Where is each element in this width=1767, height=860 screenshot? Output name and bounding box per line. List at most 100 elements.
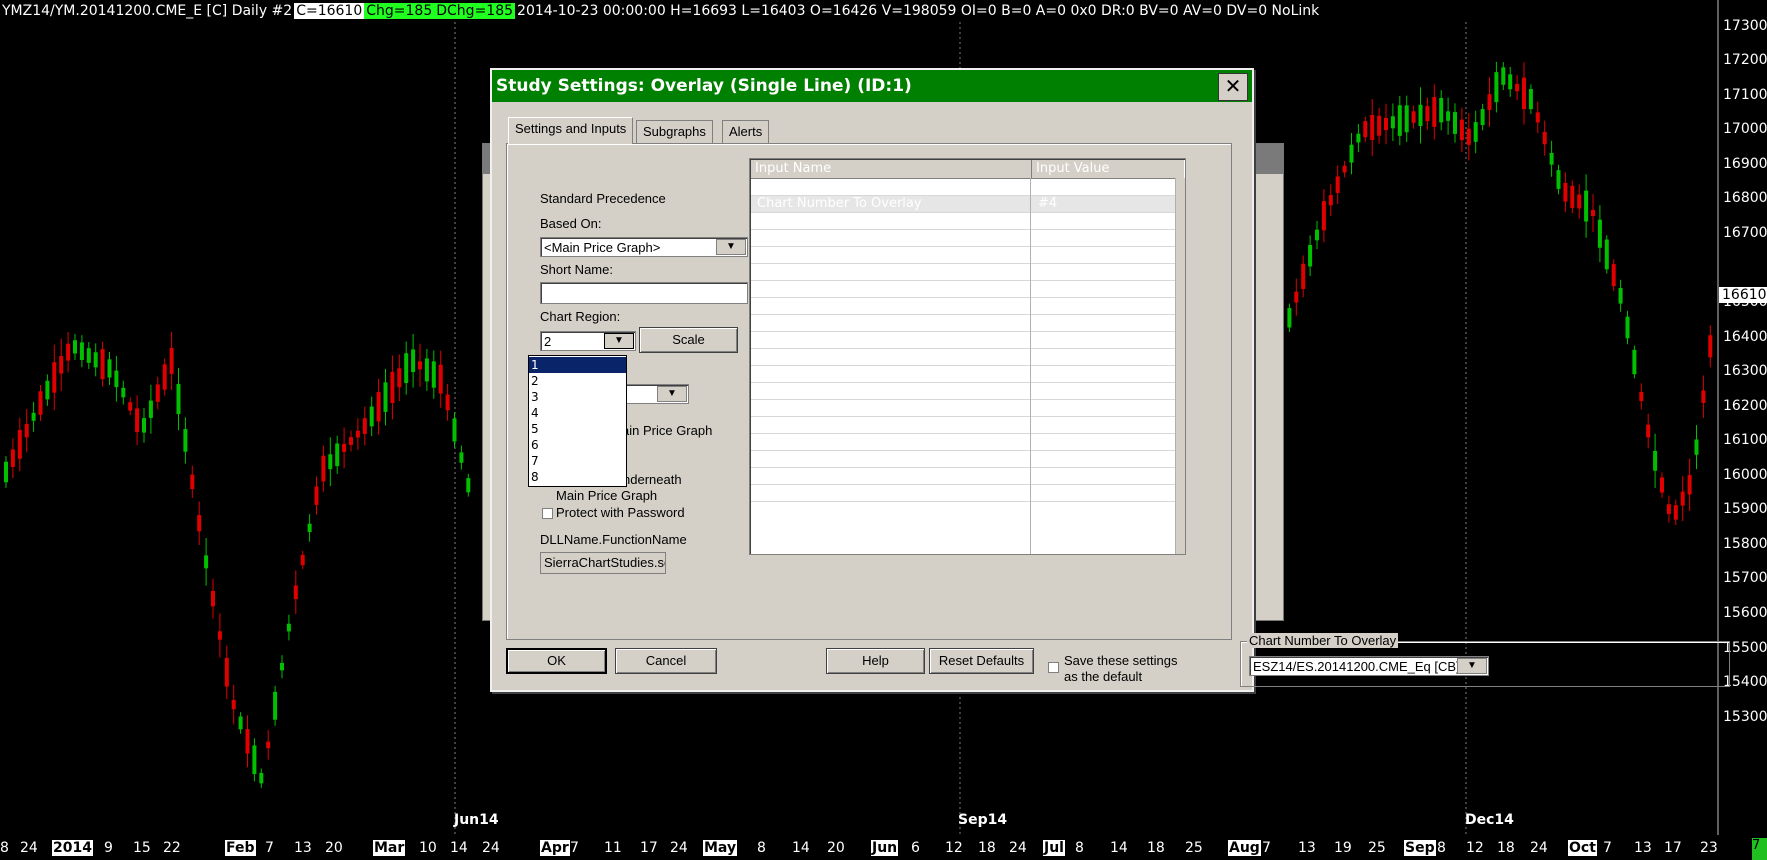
- table-row[interactable]: [751, 468, 1175, 485]
- candle-body: [148, 400, 153, 418]
- candle-body: [155, 384, 160, 402]
- candle-body: [1639, 391, 1644, 402]
- candle-body: [293, 585, 298, 600]
- chevron-down-icon[interactable]: ▼: [604, 333, 634, 349]
- chevron-down-icon[interactable]: ▼: [716, 239, 746, 255]
- candle-body: [1542, 131, 1547, 145]
- candle-body: [10, 449, 15, 467]
- table-row[interactable]: [751, 366, 1175, 383]
- tab-subgraphs[interactable]: Subgraphs: [636, 120, 713, 143]
- date-tick-label: 24: [670, 840, 688, 856]
- close-icon[interactable]: ✕: [1218, 73, 1248, 101]
- daily-change-value: DChg=185: [434, 3, 516, 19]
- candle-body: [1673, 505, 1678, 520]
- header-input-name[interactable]: Input Name: [751, 160, 1032, 178]
- candle-body: [466, 478, 471, 493]
- tab-settings-and-inputs[interactable]: Settings and Inputs: [508, 117, 634, 144]
- save-default-label: Save these settings as the default: [1064, 653, 1178, 684]
- reset-defaults-button[interactable]: Reset Defaults: [929, 648, 1034, 674]
- dropdown-option[interactable]: 6: [529, 437, 626, 453]
- chart-region-dropdown-list[interactable]: 12345678: [528, 355, 627, 487]
- date-tick-label: 24: [1009, 840, 1027, 856]
- candle-body: [1466, 128, 1471, 145]
- candle-body: [1666, 504, 1671, 515]
- table-row[interactable]: [751, 298, 1175, 315]
- chevron-down-icon[interactable]: ▼: [1457, 658, 1487, 674]
- table-row[interactable]: [751, 417, 1175, 434]
- cell-input-value[interactable]: 1: [1034, 213, 1046, 229]
- candle-body: [321, 455, 326, 482]
- date-tick-label: Oct: [1568, 840, 1597, 856]
- table-row[interactable]: Multiplier 1: [751, 213, 1175, 230]
- help-button[interactable]: Help: [826, 648, 925, 674]
- candle-body: [1584, 190, 1589, 222]
- candle-body: [1439, 97, 1444, 123]
- cancel-button[interactable]: Cancel: [615, 648, 717, 674]
- candle-body: [17, 429, 22, 459]
- candle-body: [328, 454, 333, 470]
- close-value: C=16610: [294, 3, 365, 19]
- dropdown-option[interactable]: 8: [529, 469, 626, 485]
- table-row[interactable]: [751, 315, 1175, 332]
- price-label: 17000: [1723, 121, 1767, 137]
- candle-body: [197, 515, 202, 532]
- date-tick-label: 8: [757, 840, 766, 856]
- table-row[interactable]: Chart Number To Overlay #4: [751, 196, 1175, 213]
- date-tick-label: Sep: [1404, 840, 1436, 856]
- tab-alerts[interactable]: Alerts: [722, 120, 770, 143]
- overlay-chart-select[interactable]: ESZ14/ES.20141200.CME_Eq [CB] Da ▼: [1249, 656, 1489, 676]
- candle-body: [376, 392, 381, 422]
- candle-body: [1653, 450, 1658, 471]
- table-row[interactable]: Input Data Last: [751, 179, 1175, 196]
- candle-body: [1611, 264, 1616, 287]
- candle-body: [1563, 182, 1568, 202]
- table-row[interactable]: [751, 332, 1175, 349]
- date-tick-label: 2014: [52, 840, 93, 856]
- dll-value-field[interactable]: SierraChartStudies.scs: [540, 552, 666, 574]
- candle-body: [1570, 185, 1575, 208]
- chevron-down-icon[interactable]: ▼: [657, 386, 687, 402]
- chart-region-label: Chart Region:: [540, 309, 621, 324]
- table-row[interactable]: [751, 451, 1175, 468]
- header-input-value[interactable]: Input Value: [1032, 160, 1185, 178]
- ok-button[interactable]: OK: [506, 648, 607, 674]
- table-row[interactable]: [751, 434, 1175, 451]
- candle-body: [93, 352, 98, 368]
- table-row[interactable]: [751, 349, 1175, 366]
- dropdown-option[interactable]: 2: [529, 373, 626, 389]
- table-row[interactable]: [751, 281, 1175, 298]
- cell-input-value[interactable]: Last: [1034, 179, 1065, 195]
- table-row[interactable]: [751, 383, 1175, 400]
- change-value: Chg=185: [364, 3, 435, 19]
- date-tick-label: 18: [1497, 840, 1515, 856]
- table-row[interactable]: [751, 230, 1175, 247]
- dropdown-option[interactable]: 3: [529, 389, 626, 405]
- date-tick-label: Feb: [225, 840, 256, 856]
- cell-input-value[interactable]: #4: [1034, 196, 1057, 212]
- dropdown-option[interactable]: 5: [529, 421, 626, 437]
- grid-scrollbar[interactable]: [1175, 178, 1185, 554]
- table-row[interactable]: [751, 247, 1175, 264]
- based-on-select[interactable]: <Main Price Graph> ▼: [540, 237, 748, 257]
- short-name-label: Short Name:: [540, 262, 613, 277]
- table-row[interactable]: [751, 400, 1175, 417]
- candle-body: [259, 772, 264, 784]
- candle-body: [418, 361, 422, 370]
- save-default-checkbox[interactable]: [1048, 662, 1059, 673]
- short-name-input[interactable]: [540, 282, 748, 304]
- candle-body: [390, 371, 395, 404]
- protect-password-checkbox[interactable]: [542, 508, 553, 519]
- price-label: 15300: [1723, 709, 1767, 725]
- chart-header: YMZ14/YM.20141200.CME_E [C] Daily #2 C=16…: [0, 0, 1321, 22]
- dropdown-option[interactable]: 7: [529, 453, 626, 469]
- chart-region-select[interactable]: 2 ▼: [540, 331, 636, 351]
- scale-button[interactable]: Scale: [639, 327, 738, 353]
- inputs-grid[interactable]: Input Name Input Value Input Data Last Cha…: [749, 158, 1186, 555]
- dropdown-option[interactable]: 4: [529, 405, 626, 421]
- candle-body: [1418, 104, 1423, 127]
- table-row[interactable]: [751, 264, 1175, 281]
- dropdown-option[interactable]: 1: [529, 357, 626, 373]
- table-row[interactable]: [751, 485, 1175, 502]
- candle-body: [169, 347, 174, 374]
- candle-body: [1328, 195, 1333, 206]
